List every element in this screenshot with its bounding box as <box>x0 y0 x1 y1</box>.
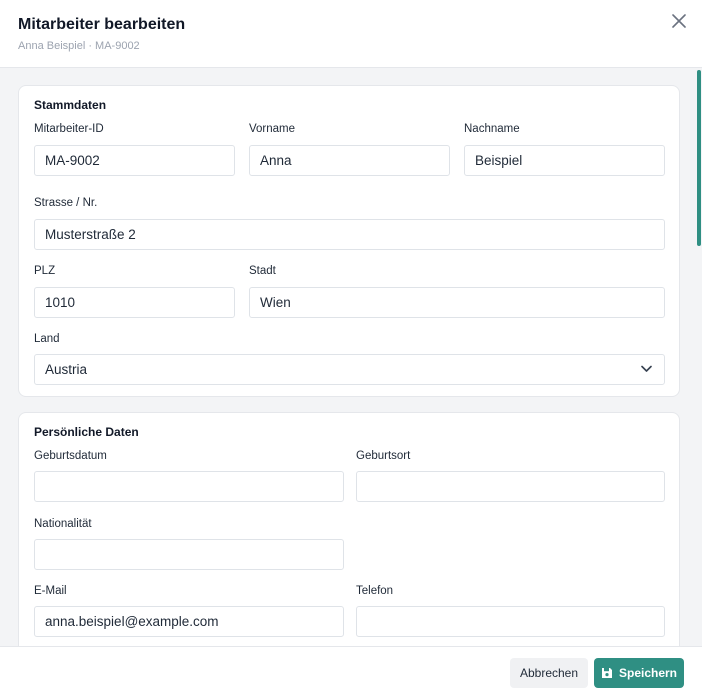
label-phone: Telefon <box>356 585 394 597</box>
label-street: Strasse / Nr. <box>34 197 98 209</box>
label-city: Stadt <box>249 265 276 277</box>
zip-input[interactable] <box>34 287 235 318</box>
dialog-header: Mitarbeiter bearbeiten Anna Beispiel · M… <box>0 0 702 68</box>
email-input[interactable] <box>34 606 344 637</box>
first-name-input[interactable] <box>249 145 450 176</box>
label-country: Land <box>34 333 60 345</box>
label-birth-date: Geburtsdatum <box>34 450 107 462</box>
label-zip: PLZ <box>34 265 56 277</box>
country-select-value: Austria <box>45 362 88 377</box>
label-email: E-Mail <box>34 585 67 597</box>
card-stammdaten: Stammdaten Mitarbeiter-ID Vorname Nachna… <box>18 85 680 397</box>
scrollbar-thumb[interactable] <box>697 70 701 246</box>
birth-date-input[interactable] <box>34 471 344 502</box>
label-birth-place: Geburtsort <box>356 450 411 462</box>
chevron-down-icon <box>641 365 652 372</box>
label-employee-id: Mitarbeiter-ID <box>34 123 104 135</box>
card-title-stammdaten: Stammdaten <box>34 98 107 112</box>
last-name-input[interactable] <box>464 145 665 176</box>
employee-id-input[interactable] <box>34 145 235 176</box>
close-button[interactable] <box>668 10 690 32</box>
card-persoenliche-daten: Persönliche Daten Geburtsdatum Geburtsor… <box>18 412 680 646</box>
country-select[interactable]: Austria <box>34 354 665 385</box>
birth-place-input[interactable] <box>356 471 665 502</box>
close-icon <box>672 14 686 28</box>
dialog-subtitle: Anna Beispiel · MA-9002 <box>18 40 140 52</box>
save-button-label: Speichern <box>618 666 678 680</box>
edit-employee-dialog: Mitarbeiter bearbeiten Anna Beispiel · M… <box>0 0 702 698</box>
dialog-title: Mitarbeiter bearbeiten <box>18 16 186 33</box>
label-nationality: Nationalität <box>34 518 92 530</box>
phone-input[interactable] <box>356 606 665 637</box>
nationality-input[interactable] <box>34 539 344 570</box>
label-first-name: Vorname <box>249 123 296 135</box>
cancel-button[interactable]: Abbrechen <box>510 658 588 688</box>
card-title-persoenlich: Persönliche Daten <box>34 425 139 439</box>
dialog-body[interactable]: Stammdaten Mitarbeiter-ID Vorname Nachna… <box>0 68 702 646</box>
city-input[interactable] <box>249 287 665 318</box>
label-last-name: Nachname <box>464 123 520 135</box>
save-button[interactable]: Speichern <box>594 658 684 688</box>
street-input[interactable] <box>34 219 665 250</box>
floppy-disk-icon <box>601 668 612 678</box>
